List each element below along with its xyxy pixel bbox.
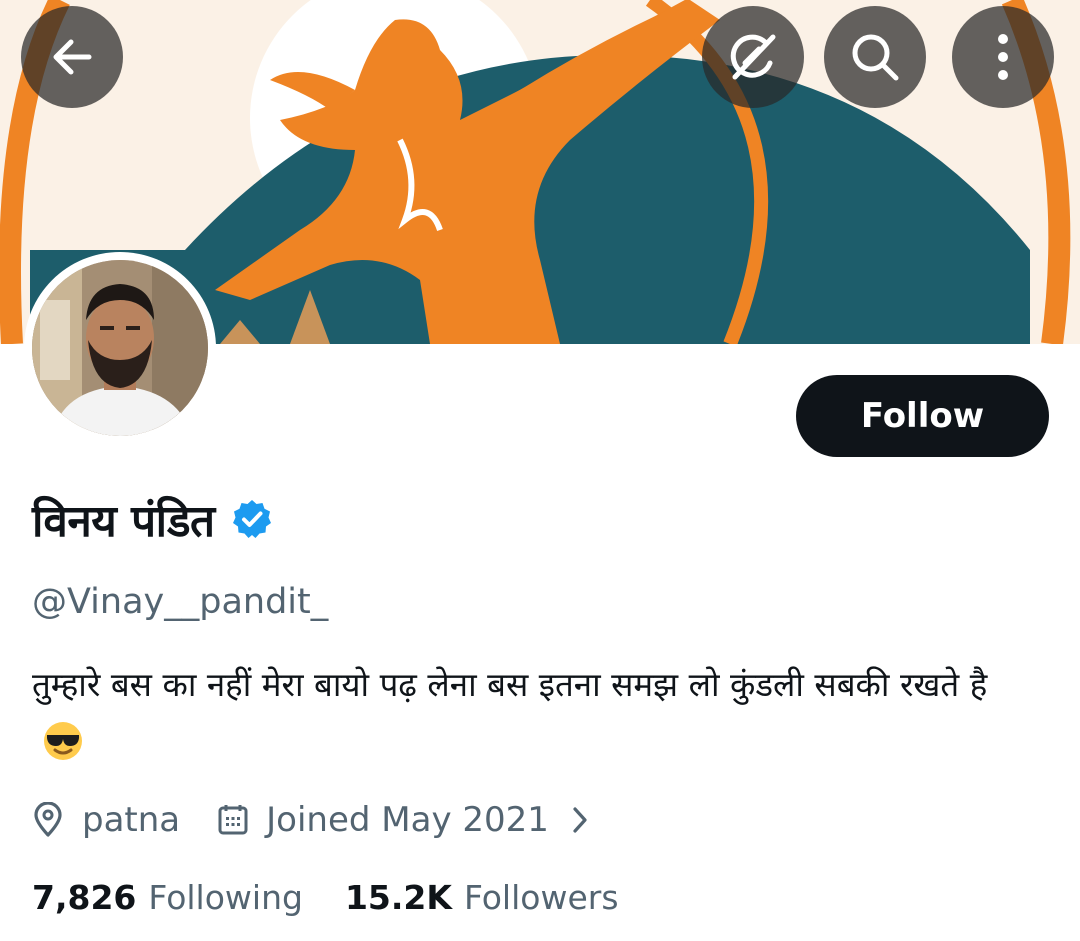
- avatar[interactable]: [24, 252, 216, 444]
- profile-stats: 7,826 Following 15.2K Followers: [32, 868, 619, 926]
- display-name: विनय पंडित: [32, 496, 215, 547]
- bio-text: तुम्हारे बस का नहीं मेरा बायो पढ़ लेना ब…: [32, 665, 988, 704]
- followers-stat[interactable]: 15.2K Followers: [345, 878, 619, 917]
- location-pin-icon: [34, 802, 62, 837]
- sunglasses-emoji-icon: [44, 722, 82, 760]
- grok-button[interactable]: [702, 6, 804, 108]
- search-button[interactable]: [824, 6, 926, 108]
- profile-bio: तुम्हारे बस का नहीं मेरा बायो पढ़ लेना ब…: [32, 656, 1042, 772]
- location: patna: [32, 800, 180, 840]
- more-vertical-icon: [998, 34, 1008, 80]
- profile-screen: Follow विनय पंडित @Vinay__pandit_ तुम्हा…: [0, 0, 1080, 941]
- grok-icon: [730, 34, 776, 80]
- followers-label: Followers: [463, 877, 619, 917]
- verified-badge-icon[interactable]: [231, 498, 273, 540]
- following-label: Following: [148, 877, 303, 917]
- location-text: patna: [82, 800, 181, 840]
- back-button[interactable]: [21, 6, 123, 108]
- more-options-button[interactable]: [952, 6, 1054, 108]
- profile-name-row: विनय पंडित: [32, 484, 273, 554]
- joined-text: Joined May 2021: [266, 800, 549, 840]
- chevron-right-icon: [573, 807, 587, 833]
- followers-count: 15.2K: [344, 877, 452, 917]
- arrow-left-icon: [53, 39, 92, 75]
- avatar-image: [32, 260, 208, 436]
- calendar-icon: [218, 805, 248, 835]
- joined-date[interactable]: Joined May 2021: [218, 800, 589, 840]
- profile-handle: @Vinay__pandit_: [32, 582, 329, 622]
- profile-meta: patna Joined May 2021: [32, 790, 589, 850]
- following-count: 7,826: [32, 877, 137, 917]
- search-icon: [852, 34, 899, 81]
- follow-button[interactable]: Follow: [796, 375, 1049, 457]
- following-stat[interactable]: 7,826 Following: [32, 878, 303, 917]
